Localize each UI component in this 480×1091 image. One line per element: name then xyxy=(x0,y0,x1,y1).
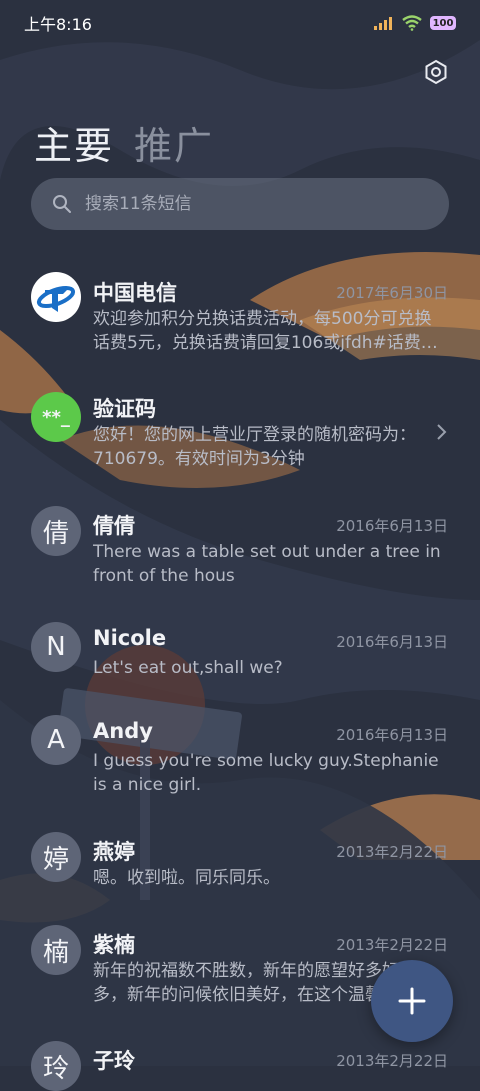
contact-name: Nicole xyxy=(93,626,167,650)
china-telecom-logo-icon xyxy=(36,285,76,312)
contact-name: 子玲 xyxy=(93,1049,135,1073)
avatar: 倩 xyxy=(31,506,81,556)
contact-name: Andy xyxy=(93,719,153,743)
message-preview: 嗯。收到啦。同乐同乐。 xyxy=(93,868,280,888)
contact-name: 中国电信 xyxy=(93,281,177,305)
message-date: 2017年6月30日 xyxy=(336,284,448,302)
message-date: 2016年6月13日 xyxy=(336,726,448,744)
avatar: A xyxy=(31,715,81,765)
tab-bar: 主要 推广 xyxy=(34,115,214,170)
status-bar: 上午8:16 100 xyxy=(0,0,480,46)
conversation-item[interactable]: 中国电信 2017年6月30日 欢迎参加积分兑换话费活动，每500分可兑换话费5… xyxy=(0,272,480,372)
tab-primary[interactable]: 主要 xyxy=(34,115,114,170)
message-preview: I guess you're some lucky guy.Stephanie … xyxy=(93,751,439,795)
status-time: 上午8:16 xyxy=(24,15,92,34)
contact-name: 验证码 xyxy=(93,397,156,421)
avatar: 玲 xyxy=(31,1041,81,1091)
message-preview: 欢迎参加积分兑换话费活动，每500分可兑换话费5元，兑换话费请回复106或jfd… xyxy=(93,309,438,353)
signal-icon xyxy=(374,17,392,30)
contact-name: 紫楠 xyxy=(93,933,135,957)
plus-icon xyxy=(398,987,426,1015)
conversation-item[interactable]: 婷 燕婷 2013年2月22日 嗯。收到啦。同乐同乐。 xyxy=(0,831,480,901)
search-input[interactable] xyxy=(83,193,407,215)
message-date: 2013年2月22日 xyxy=(336,1052,448,1070)
battery-icon: 100 xyxy=(430,16,456,30)
settings-hexagon-icon xyxy=(425,59,447,85)
tab-promotions[interactable]: 推广 xyxy=(134,115,214,170)
contact-name: 燕婷 xyxy=(93,840,135,864)
conversation-item[interactable]: A Andy 2016年6月13日 I guess you're some lu… xyxy=(0,714,480,804)
message-preview: 您好！您的网上营业厅登录的随机密码为：710679。有效时间为3分钟 xyxy=(93,425,416,469)
avatar: N xyxy=(31,622,81,672)
avatar: **_ xyxy=(31,392,81,442)
conversation-item[interactable]: **_ 验证码 您好！您的网上营业厅登录的随机密码为：710679。有效时间为3… xyxy=(0,388,480,478)
battery-level: 100 xyxy=(432,17,454,29)
wifi-icon xyxy=(402,15,422,31)
conversation-item[interactable]: N Nicole 2016年6月13日 Let's eat out,shall … xyxy=(0,621,480,691)
message-date: 2016年6月13日 xyxy=(336,633,448,651)
conversation-item[interactable]: 倩 倩倩 2016年6月13日 There was a table set ou… xyxy=(0,505,480,595)
status-icons: 100 xyxy=(374,15,456,31)
message-date: 2016年6月13日 xyxy=(336,517,448,535)
contact-name: 倩倩 xyxy=(93,514,135,538)
message-preview: There was a table set out under a tree i… xyxy=(93,542,441,586)
search-bar[interactable] xyxy=(31,178,449,230)
message-preview: Let's eat out,shall we? xyxy=(93,658,283,678)
new-message-button[interactable] xyxy=(371,960,453,1042)
avatar: 婷 xyxy=(31,832,81,882)
avatar xyxy=(31,272,81,322)
avatar: 楠 xyxy=(31,925,81,975)
search-icon xyxy=(53,195,71,213)
settings-button[interactable] xyxy=(422,58,450,86)
chevron-right-icon xyxy=(437,424,447,440)
message-date: 2013年2月22日 xyxy=(336,843,448,861)
message-date: 2013年2月22日 xyxy=(336,936,448,954)
